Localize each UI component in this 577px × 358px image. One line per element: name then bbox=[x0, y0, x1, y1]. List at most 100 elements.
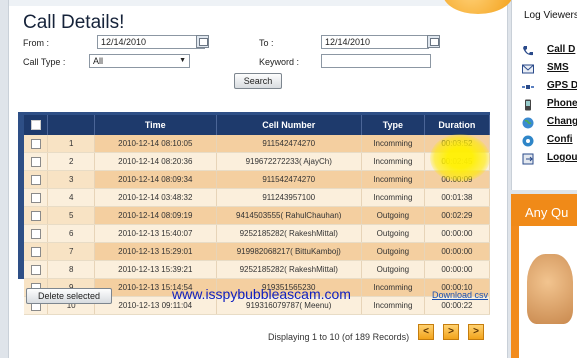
mail-icon bbox=[522, 64, 534, 74]
row-index: 7 bbox=[47, 242, 96, 261]
from-label: From : bbox=[23, 38, 49, 48]
settings-icon bbox=[522, 135, 534, 147]
call-table: Time Cell Number Type Duration 1 2010-12… bbox=[24, 115, 491, 315]
mobile-icon bbox=[525, 99, 531, 111]
satellite-icon bbox=[522, 85, 534, 89]
to-calendar-icon[interactable] bbox=[427, 35, 440, 48]
row-type: Outgoing bbox=[361, 206, 425, 225]
row-checkbox[interactable] bbox=[30, 138, 41, 149]
next-page-button[interactable]: > bbox=[443, 324, 459, 340]
type-header[interactable]: Type bbox=[361, 115, 425, 135]
promo-banner[interactable]: Any Qu bbox=[511, 194, 577, 358]
row-checkbox[interactable] bbox=[30, 228, 41, 239]
to-date-field[interactable]: 12/14/2010 bbox=[321, 35, 429, 49]
row-index: 2 bbox=[47, 152, 96, 171]
row-time: 2010-12-14 08:10:05 bbox=[94, 135, 217, 153]
row-duration: 00:00:09 bbox=[424, 170, 491, 189]
row-duration: 00:00:00 bbox=[424, 242, 491, 261]
row-duration: 00:01:38 bbox=[424, 188, 491, 207]
log-viewers-panel: Log Viewers Call D SMS GPS D Phone Chang… bbox=[511, 0, 577, 190]
row-time: 2010-12-14 08:09:34 bbox=[94, 170, 217, 189]
row-checkbox[interactable] bbox=[30, 174, 41, 185]
row-type: Incomming bbox=[361, 296, 425, 315]
number-header[interactable]: Cell Number bbox=[216, 115, 362, 135]
row-number: 9252185282( RakeshMittal) bbox=[216, 224, 362, 243]
page-title: Call Details! bbox=[23, 12, 125, 33]
chevron-down-icon: ▼ bbox=[179, 57, 186, 64]
table-row[interactable]: 1 2010-12-14 08:10:05 911542474270 Incom… bbox=[24, 135, 491, 153]
promo-image bbox=[527, 254, 573, 324]
row-type: Incomming bbox=[361, 152, 425, 171]
row-type: Incomming bbox=[361, 135, 425, 153]
calltype-value: All bbox=[93, 56, 104, 66]
sidebar-title: Log Viewers bbox=[524, 10, 577, 21]
sidebar-item-label: Confi bbox=[547, 134, 573, 145]
time-header[interactable]: Time bbox=[94, 115, 217, 135]
row-checkbox[interactable] bbox=[30, 192, 41, 203]
row-type: Outgoing bbox=[361, 260, 425, 279]
globe-icon bbox=[522, 117, 534, 129]
row-type: Incomming bbox=[361, 188, 425, 207]
row-checkbox[interactable] bbox=[30, 156, 41, 167]
table-row[interactable]: 3 2010-12-14 08:09:34 911542474270 Incom… bbox=[24, 170, 491, 189]
row-index: 6 bbox=[47, 224, 96, 243]
prev-page-button[interactable]: < bbox=[418, 324, 434, 340]
row-index: 3 bbox=[47, 170, 96, 189]
index-header bbox=[47, 115, 96, 135]
table-row[interactable]: 6 2010-12-13 15:40:07 9252185282( Rakesh… bbox=[24, 224, 491, 243]
row-duration: 00:00:00 bbox=[424, 260, 491, 279]
top-strip bbox=[9, 0, 507, 6]
row-index: 5 bbox=[47, 206, 96, 225]
table-row[interactable]: 2 2010-12-14 08:20:36 919672272233( Ajay… bbox=[24, 152, 491, 171]
row-number: 9414503555( RahulChauhan) bbox=[216, 206, 362, 225]
calltype-select[interactable]: All ▼ bbox=[89, 54, 190, 68]
last-page-button[interactable]: > bbox=[468, 324, 484, 340]
header-decoration bbox=[443, 0, 513, 14]
from-calendar-icon[interactable] bbox=[196, 35, 209, 48]
watermark-text: www.isspybubbleascam.com bbox=[172, 286, 351, 302]
row-checkbox[interactable] bbox=[30, 210, 41, 221]
search-button[interactable]: Search bbox=[234, 73, 282, 89]
row-duration: 00:00:00 bbox=[424, 224, 491, 243]
from-date-field[interactable]: 12/14/2010 bbox=[97, 35, 205, 49]
table-row[interactable]: 4 2010-12-14 03:48:32 911243957100 Incom… bbox=[24, 188, 491, 207]
keyword-label: Keyword : bbox=[259, 57, 300, 67]
row-duration: 00:02:29 bbox=[424, 206, 491, 225]
select-all-header[interactable] bbox=[24, 115, 49, 135]
row-duration: 00:03:52 bbox=[424, 135, 491, 153]
row-checkbox[interactable] bbox=[30, 264, 41, 275]
delete-selected-button[interactable]: Delete selected bbox=[26, 288, 112, 304]
row-number: 919672272233( AjayCh) bbox=[216, 152, 362, 171]
duration-header[interactable]: Duration bbox=[424, 115, 491, 135]
row-checkbox[interactable] bbox=[30, 246, 41, 257]
download-csv-link[interactable]: Download csv bbox=[432, 290, 488, 300]
sidebar-item-label: SMS bbox=[547, 62, 569, 73]
sidebar-item-label: Chang bbox=[547, 116, 577, 127]
row-type: Outgoing bbox=[361, 224, 425, 243]
row-number: 911542474270 bbox=[216, 170, 362, 189]
row-index: 4 bbox=[47, 188, 96, 207]
promo-headline: Any Qu bbox=[511, 200, 577, 226]
phone-icon bbox=[523, 46, 533, 56]
row-number: 9252185282( RakeshMittal) bbox=[216, 260, 362, 279]
sidebar-item-label: Logou bbox=[547, 152, 577, 163]
table-row[interactable]: 8 2010-12-13 15:39:21 9252185282( Rakesh… bbox=[24, 260, 491, 279]
row-duration: 00:02:45 bbox=[424, 152, 491, 171]
keyword-input[interactable] bbox=[321, 54, 431, 68]
row-time: 2010-12-14 03:48:32 bbox=[94, 188, 217, 207]
row-type: Outgoing bbox=[361, 242, 425, 261]
select-all-checkbox[interactable] bbox=[30, 120, 41, 131]
sidebar-item-label: GPS D bbox=[547, 80, 577, 91]
pagination-status: Displaying 1 to 10 (of 189 Records) bbox=[268, 332, 410, 342]
row-number: 911243957100 bbox=[216, 188, 362, 207]
row-index: 1 bbox=[47, 135, 96, 153]
table-header-row: Time Cell Number Type Duration bbox=[24, 115, 491, 135]
row-type: Incomming bbox=[361, 278, 425, 297]
to-label: To : bbox=[259, 38, 274, 48]
table-row[interactable]: 7 2010-12-13 15:29:01 919982068217( Bitt… bbox=[24, 242, 491, 261]
row-time: 2010-12-13 15:29:01 bbox=[94, 242, 217, 261]
table-row[interactable]: 5 2010-12-14 08:09:19 9414503555( RahulC… bbox=[24, 206, 491, 225]
row-number: 919982068217( BittuKamboj) bbox=[216, 242, 362, 261]
row-type: Incomming bbox=[361, 170, 425, 189]
row-time: 2010-12-14 08:20:36 bbox=[94, 152, 217, 171]
